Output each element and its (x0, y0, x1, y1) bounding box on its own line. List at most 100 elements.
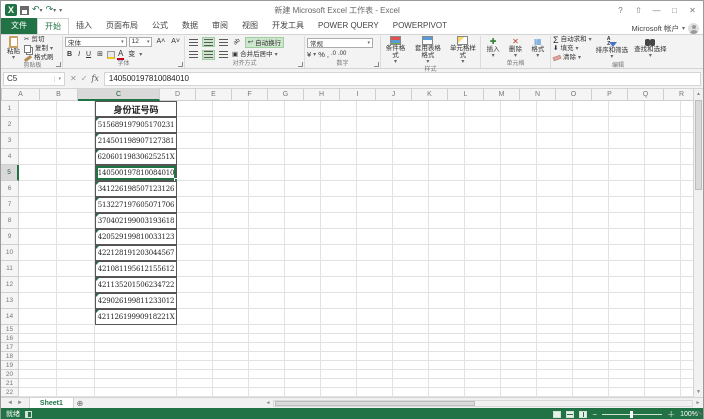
file-tab[interactable]: 文件 (1, 18, 37, 34)
cell[interactable] (57, 197, 95, 213)
cell[interactable] (645, 379, 681, 388)
cell[interactable] (681, 229, 693, 245)
autosum-button[interactable]: Σ自动求和▾ (553, 36, 592, 44)
cell[interactable] (393, 165, 429, 181)
cell[interactable] (537, 379, 573, 388)
cell[interactable] (357, 388, 393, 397)
cell[interactable] (393, 388, 429, 397)
cell[interactable] (681, 149, 693, 165)
percent-style-button[interactable]: % (318, 50, 325, 59)
cell[interactable] (393, 334, 429, 343)
cell[interactable] (177, 352, 213, 361)
cell[interactable] (573, 309, 609, 325)
cell[interactable] (249, 165, 285, 181)
cell[interactable] (285, 181, 321, 197)
cell[interactable] (285, 352, 321, 361)
cell[interactable] (177, 293, 213, 309)
cell[interactable] (213, 261, 249, 277)
cell[interactable] (681, 213, 693, 229)
cell[interactable] (609, 309, 645, 325)
cell[interactable] (393, 197, 429, 213)
cell[interactable] (465, 213, 501, 229)
cell[interactable] (681, 101, 693, 117)
cell[interactable] (609, 343, 645, 352)
cell[interactable] (19, 352, 57, 361)
cell[interactable] (177, 379, 213, 388)
cell[interactable] (95, 334, 177, 343)
ribbon-tab[interactable]: 审阅 (205, 18, 235, 34)
cell[interactable] (681, 133, 693, 149)
cell[interactable] (213, 334, 249, 343)
accounting-format-button[interactable]: ¥ (307, 50, 311, 59)
cell[interactable] (249, 293, 285, 309)
dialog-launcher-icon[interactable] (298, 62, 303, 67)
cell[interactable] (573, 388, 609, 397)
cell[interactable] (393, 370, 429, 379)
cut-button[interactable]: ✂剪切 (24, 36, 54, 44)
cell[interactable] (465, 117, 501, 133)
table-cell[interactable]: 341226198507123126 (95, 181, 177, 197)
cell[interactable] (537, 245, 573, 261)
cell[interactable] (19, 388, 57, 397)
cell[interactable] (19, 101, 57, 117)
underline-button[interactable]: U (84, 49, 93, 60)
cell[interactable] (609, 379, 645, 388)
cell[interactable] (321, 361, 357, 370)
cell[interactable] (19, 293, 57, 309)
cell[interactable] (249, 229, 285, 245)
cell[interactable] (573, 101, 609, 117)
cell[interactable] (357, 325, 393, 334)
cell[interactable] (57, 343, 95, 352)
cell[interactable] (501, 213, 537, 229)
cell[interactable] (249, 245, 285, 261)
cell[interactable] (357, 343, 393, 352)
column-header[interactable]: P (592, 89, 628, 101)
cell[interactable] (285, 133, 321, 149)
cell[interactable] (249, 343, 285, 352)
help-icon[interactable]: ? (612, 3, 629, 17)
cell[interactable] (573, 149, 609, 165)
cell[interactable] (645, 361, 681, 370)
cell[interactable] (645, 388, 681, 397)
undo-icon[interactable]: ↶▾ (32, 4, 43, 16)
page-break-view-icon[interactable] (579, 411, 587, 418)
horizontal-scrollbar[interactable]: ◄ ► (263, 398, 703, 408)
scroll-down-icon[interactable]: ▼ (694, 387, 703, 397)
cell[interactable] (321, 117, 357, 133)
ribbon-display-options-icon[interactable]: ⇧ (630, 3, 647, 17)
dialog-launcher-icon[interactable] (56, 62, 61, 67)
grow-font-button[interactable]: A˄ (154, 36, 167, 47)
sheet-tab-sheet1[interactable]: Sheet1 (29, 398, 74, 408)
cell[interactable] (95, 343, 177, 352)
cell[interactable] (285, 334, 321, 343)
cell[interactable] (57, 101, 95, 117)
cell[interactable] (681, 388, 693, 397)
cell[interactable] (573, 245, 609, 261)
cell[interactable] (609, 101, 645, 117)
cell[interactable] (57, 388, 95, 397)
column-header[interactable]: G (268, 89, 304, 101)
table-cell[interactable]: 421135201506234722 (95, 277, 177, 293)
cell[interactable] (357, 309, 393, 325)
cell[interactable] (537, 388, 573, 397)
cell[interactable] (321, 213, 357, 229)
ribbon-tab[interactable]: 公式 (145, 18, 175, 34)
cell[interactable] (57, 352, 95, 361)
borders-button[interactable]: ⊞ (95, 49, 105, 60)
cell[interactable] (573, 165, 609, 181)
cell[interactable] (645, 213, 681, 229)
cell[interactable] (321, 181, 357, 197)
cell[interactable] (537, 181, 573, 197)
zoom-in-icon[interactable]: ＋ (667, 411, 675, 418)
cell[interactable] (285, 361, 321, 370)
scroll-up-icon[interactable]: ▲ (694, 89, 703, 99)
zoom-slider[interactable] (602, 414, 662, 415)
maximize-button[interactable]: □ (666, 3, 683, 17)
table-cell[interactable]: 42112619990918221X (95, 309, 177, 325)
orientation-button[interactable]: ab (230, 34, 245, 49)
cell[interactable] (645, 197, 681, 213)
cell[interactable] (681, 293, 693, 309)
cell[interactable] (573, 379, 609, 388)
cell[interactable] (681, 309, 693, 325)
cell[interactable] (177, 101, 213, 117)
